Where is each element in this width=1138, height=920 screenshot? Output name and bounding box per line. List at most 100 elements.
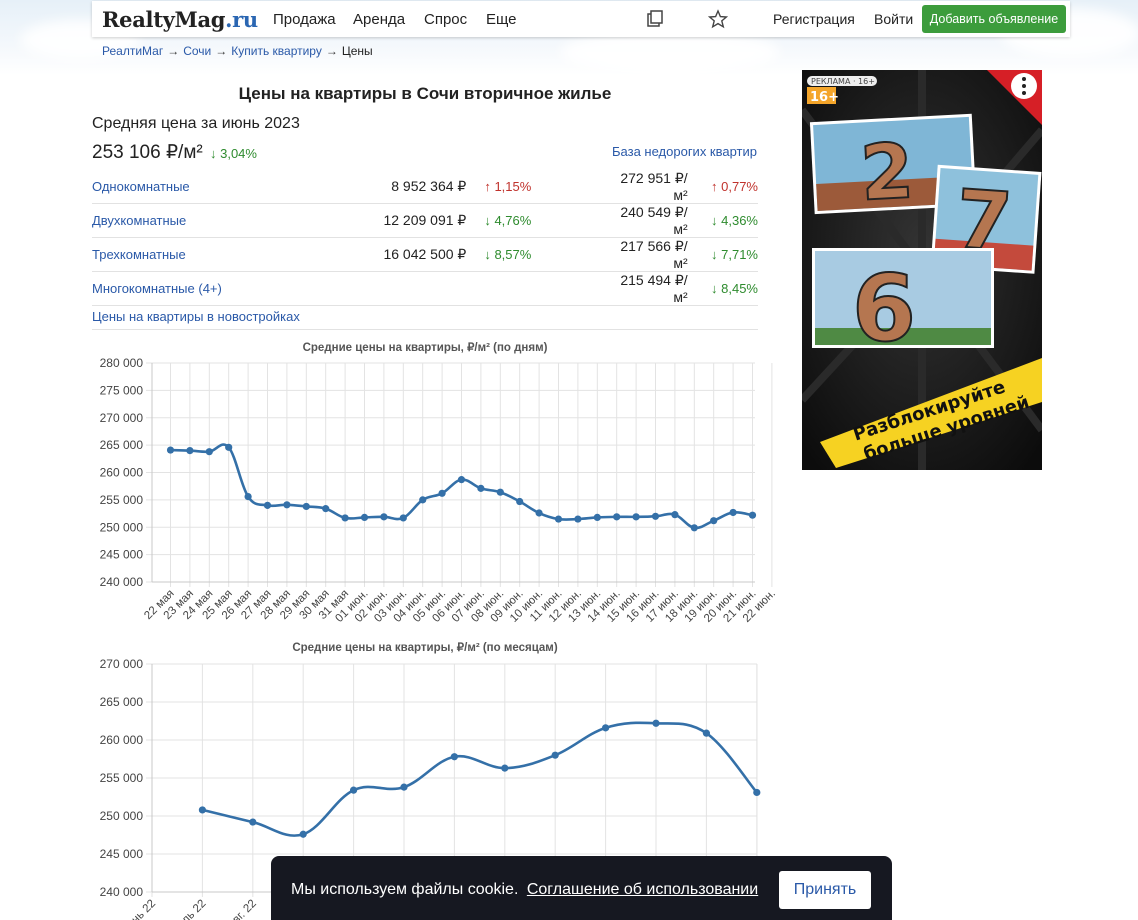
top-header: RealtyMag.ru Продажа Аренда Спрос Еще Ре… xyxy=(92,1,1070,37)
data-point xyxy=(613,513,621,521)
ad-age-rating: 16+ xyxy=(810,90,839,105)
data-point xyxy=(651,512,660,520)
data-point xyxy=(632,513,640,521)
breadcrumb-separator: → xyxy=(325,44,338,58)
room-type-link[interactable]: Многокомнатные (4+) xyxy=(92,271,341,306)
data-point xyxy=(244,492,252,501)
breadcrumb-separator: → xyxy=(167,44,180,58)
average-price-value: 253 106 ₽/м² xyxy=(92,142,203,163)
y-tick-label: 250 000 xyxy=(100,520,144,534)
new-builds-link[interactable]: Цены на квартиры в новостройках xyxy=(92,309,300,324)
price-per-m2-change: ↓ 7,71% xyxy=(687,237,758,272)
y-tick-label: 270 000 xyxy=(100,657,144,671)
logo-domain: .ru xyxy=(225,7,258,32)
total-price-change: ↓ 4,76% xyxy=(466,203,610,238)
breadcrumb-current: Цены xyxy=(341,44,373,58)
x-tick-label: июнь 22 xyxy=(119,898,158,920)
data-point xyxy=(574,515,582,523)
breadcrumb-city[interactable]: Сочи xyxy=(183,44,211,58)
page-title: Цены на квартиры в Сочи вторичное жилье xyxy=(238,84,612,103)
login-link[interactable]: Войти xyxy=(874,11,913,27)
data-point xyxy=(263,501,272,509)
breadcrumb-buy[interactable]: Купить квартиру xyxy=(231,44,322,58)
y-tick-label: 265 000 xyxy=(100,695,144,709)
add-listing-button[interactable]: Добавить объявление xyxy=(922,5,1066,33)
total-price: 16 042 500 ₽ xyxy=(340,237,467,272)
y-tick-label: 280 000 xyxy=(100,356,144,370)
chart-title: Средние цены на квартиры, ₽/м² (по месяц… xyxy=(292,642,557,654)
room-type-link[interactable]: Однокомнатные xyxy=(92,170,341,204)
data-point xyxy=(438,489,446,497)
breadcrumb-home[interactable]: РеалтиМаг xyxy=(102,44,163,58)
total-price-change xyxy=(466,271,610,306)
data-point xyxy=(753,788,761,797)
data-point xyxy=(496,488,504,496)
data-point xyxy=(166,446,175,454)
x-tick-label: авг. 22 xyxy=(226,898,259,920)
register-link[interactable]: Регистрация xyxy=(773,11,855,27)
nav-rent[interactable]: Аренда xyxy=(353,11,405,28)
data-point xyxy=(450,753,458,761)
cheap-apartments-link[interactable]: База недорогих квартир xyxy=(612,144,757,159)
y-tick-label: 250 000 xyxy=(100,809,144,823)
y-tick-label: 240 000 xyxy=(100,575,144,589)
advertisement-banner[interactable]: 2 7 6 РЕКЛАМА · 16+ 16+ Разблокируйте бо… xyxy=(802,70,1042,470)
data-point xyxy=(457,476,466,484)
data-point xyxy=(748,511,757,519)
x-tick-label: июль 22 xyxy=(169,898,208,920)
cookie-accept-button[interactable]: Принять xyxy=(779,871,871,909)
data-point xyxy=(602,724,610,732)
price-per-m2: 240 549 ₽/м² xyxy=(609,203,688,238)
cookie-banner: Мы используем файлы cookie. Соглашение о… xyxy=(271,856,892,920)
y-tick-label: 240 000 xyxy=(100,885,144,899)
site-logo[interactable]: RealtyMag.ru xyxy=(102,7,258,32)
y-tick-label: 245 000 xyxy=(100,847,144,861)
y-tick-label: 275 000 xyxy=(100,383,144,397)
data-point xyxy=(341,514,349,522)
chart-title: Средние цены на квартиры, ₽/м² (по дням) xyxy=(303,342,548,354)
star-icon[interactable] xyxy=(708,9,728,29)
data-point xyxy=(360,513,369,521)
data-point xyxy=(283,501,291,509)
cookie-message: Мы используем файлы cookie. xyxy=(291,881,519,898)
data-point xyxy=(593,513,601,521)
y-tick-label: 245 000 xyxy=(100,548,144,562)
copy-icon[interactable] xyxy=(645,9,665,29)
data-point xyxy=(198,806,206,814)
y-tick-label: 260 000 xyxy=(100,466,144,480)
average-price-change: ↓ 3,04% xyxy=(210,146,257,161)
nav-demand[interactable]: Спрос xyxy=(424,11,467,28)
data-point xyxy=(249,818,257,826)
level-panel-6: 6 xyxy=(812,248,994,363)
data-point xyxy=(535,509,543,517)
cookie-agreement-link[interactable]: Соглашение об использовании xyxy=(527,881,758,898)
data-point xyxy=(186,447,194,455)
breadcrumb: РеалтиМаг → Сочи → Купить квартиру → Цены xyxy=(102,44,373,58)
table-row: Двухкомнатные 12 209 091 ₽ ↓ 4,76% 240 549 … xyxy=(92,203,758,238)
data-point xyxy=(729,508,737,517)
daily-price-chart: Средние цены на квартиры, ₽/м² (по дням)… xyxy=(100,342,778,625)
data-point xyxy=(400,783,408,791)
table-row: Трехкомнатные 16 042 500 ₽ ↓ 8,57% 217 566 … xyxy=(92,237,758,272)
room-type-link[interactable]: Двухкомнатные xyxy=(92,203,341,238)
table-row: Однокомнатные 8 952 364 ₽ ↑ 1,15% 272 951 ₽… xyxy=(92,170,758,204)
data-point xyxy=(690,524,698,532)
room-type-link[interactable]: Трехкомнатные xyxy=(92,237,341,272)
nav-sale[interactable]: Продажа xyxy=(273,11,336,28)
y-tick-label: 260 000 xyxy=(100,733,144,747)
y-tick-label: 255 000 xyxy=(100,493,144,507)
total-price-change: ↑ 1,15% xyxy=(466,170,610,204)
room-prices-table: Однокомнатные 8 952 364 ₽ ↑ 1,15% 272 951 ₽… xyxy=(92,170,758,306)
data-point xyxy=(702,729,711,737)
total-price-change: ↓ 8,57% xyxy=(466,237,610,272)
data-point xyxy=(302,502,310,511)
data-point xyxy=(299,830,307,838)
y-tick-label: 270 000 xyxy=(100,411,144,425)
y-tick-label: 255 000 xyxy=(100,771,144,785)
price-per-m2: 215 494 ₽/м² xyxy=(609,271,688,306)
nav-more[interactable]: Еще xyxy=(486,11,517,28)
data-point xyxy=(350,786,358,794)
price-per-m2-change: ↑ 0,77% xyxy=(687,170,758,204)
data-point xyxy=(322,505,330,513)
ad-artwork: 2 7 6 РЕКЛАМА · 16+ 16+ Разблокируйте бо… xyxy=(802,70,1042,470)
